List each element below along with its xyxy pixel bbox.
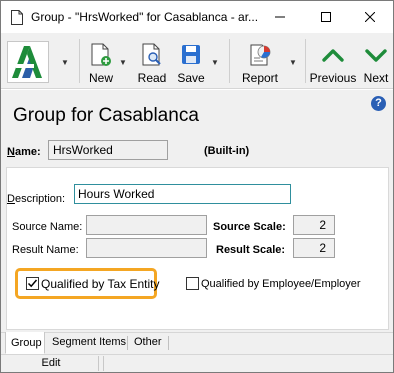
description-field[interactable]: Hours Worked: [74, 184, 291, 204]
status-bar: Edit: [1, 354, 393, 372]
name-field[interactable]: HrsWorked: [48, 140, 168, 160]
close-icon: [365, 12, 375, 22]
tab-group[interactable]: Group: [5, 332, 45, 354]
qualified-by-tax-entity-label[interactable]: Qualified by Tax Entity: [41, 277, 160, 291]
tab-separator: [168, 336, 169, 350]
source-scale-field[interactable]: 2: [293, 215, 335, 235]
tab-separator: [127, 336, 128, 350]
description-label-accelerator: D: [7, 193, 15, 205]
previous-button[interactable]: Previous: [309, 37, 357, 87]
chevron-down-icon: [365, 49, 387, 62]
built-in-indicator: (Built-in): [204, 145, 250, 157]
new-button-label: New: [88, 71, 113, 85]
description-label-text: escription:: [14, 193, 66, 205]
tab-strip: Group Segment Items Other: [1, 332, 393, 354]
toolbar-separator: [305, 39, 306, 83]
new-document-icon: [91, 43, 111, 66]
maximize-icon: [321, 12, 331, 22]
qualified-by-employee-employer-checkbox[interactable]: [186, 277, 199, 290]
result-scale-field[interactable]: 2: [293, 238, 335, 258]
result-name-field[interactable]: [86, 238, 207, 258]
save-button[interactable]: Save: [175, 37, 207, 87]
help-icon[interactable]: ?: [371, 96, 386, 111]
app-logo[interactable]: [7, 41, 49, 83]
title-bar: Group - "HrsWorked" for Casablanca - ar.…: [1, 1, 393, 33]
next-button[interactable]: Next: [361, 37, 391, 87]
checkmark-icon: [27, 279, 38, 288]
toolbar-separator: [79, 39, 80, 83]
name-label: Name:: [7, 146, 41, 158]
toolbar-separator: [229, 39, 230, 83]
source-name-field[interactable]: [86, 215, 207, 235]
close-button[interactable]: [347, 1, 393, 33]
source-scale-label: Source Scale:: [213, 221, 286, 233]
tab-other[interactable]: Other: [129, 333, 167, 353]
new-button[interactable]: New: [85, 37, 117, 87]
report-button[interactable]: Report: [239, 37, 281, 87]
report-menu-arrow-icon[interactable]: ▼: [289, 58, 297, 67]
result-scale-label: Result Scale:: [216, 244, 286, 256]
read-button-label: Read: [137, 71, 167, 85]
result-name-label: Result Name:: [12, 244, 79, 256]
content-area: ? Group for Casablanca Name: HrsWorked (…: [1, 90, 393, 332]
toolbar: ▼ New ▼ Read Save ▼ Report ▼ Previous Ne…: [1, 33, 393, 89]
description-label: Description:: [7, 193, 65, 205]
document-icon: [11, 10, 23, 25]
next-button-label: Next: [363, 71, 389, 85]
status-mode: Edit: [4, 356, 99, 371]
app-logo-icon: [12, 46, 42, 78]
chevron-up-icon: [322, 49, 344, 62]
logo-menu-arrow-icon[interactable]: ▼: [61, 58, 69, 67]
group-window: Group - "HrsWorked" for Casablanca - ar.…: [0, 0, 394, 373]
maximize-button[interactable]: [303, 1, 349, 33]
read-button[interactable]: Read: [135, 37, 169, 87]
previous-button-label: Previous: [309, 71, 357, 85]
window-title: Group - "HrsWorked" for Casablanca - ar.…: [31, 10, 259, 24]
qualified-by-employee-employer-label[interactable]: Qualified by Employee/Employer: [201, 278, 361, 290]
source-name-label: Source Name:: [12, 221, 83, 233]
report-button-label: Report: [241, 71, 279, 85]
status-cell: [103, 356, 391, 371]
tab-segment-items[interactable]: Segment Items: [47, 333, 131, 353]
minimize-button[interactable]: [257, 1, 303, 33]
name-label-text: ame:: [14, 146, 41, 158]
new-menu-arrow-icon[interactable]: ▼: [119, 58, 127, 67]
save-disk-icon: [182, 45, 200, 64]
read-document-icon: [142, 43, 161, 66]
qualified-by-tax-entity-checkbox[interactable]: [26, 277, 39, 290]
save-button-label: Save: [177, 71, 205, 85]
save-menu-arrow-icon[interactable]: ▼: [211, 58, 219, 67]
report-icon: [250, 44, 271, 66]
name-label-accelerator: N: [7, 146, 15, 158]
page-title: Group for Casablanca: [13, 105, 199, 126]
minimize-icon: [275, 16, 285, 18]
